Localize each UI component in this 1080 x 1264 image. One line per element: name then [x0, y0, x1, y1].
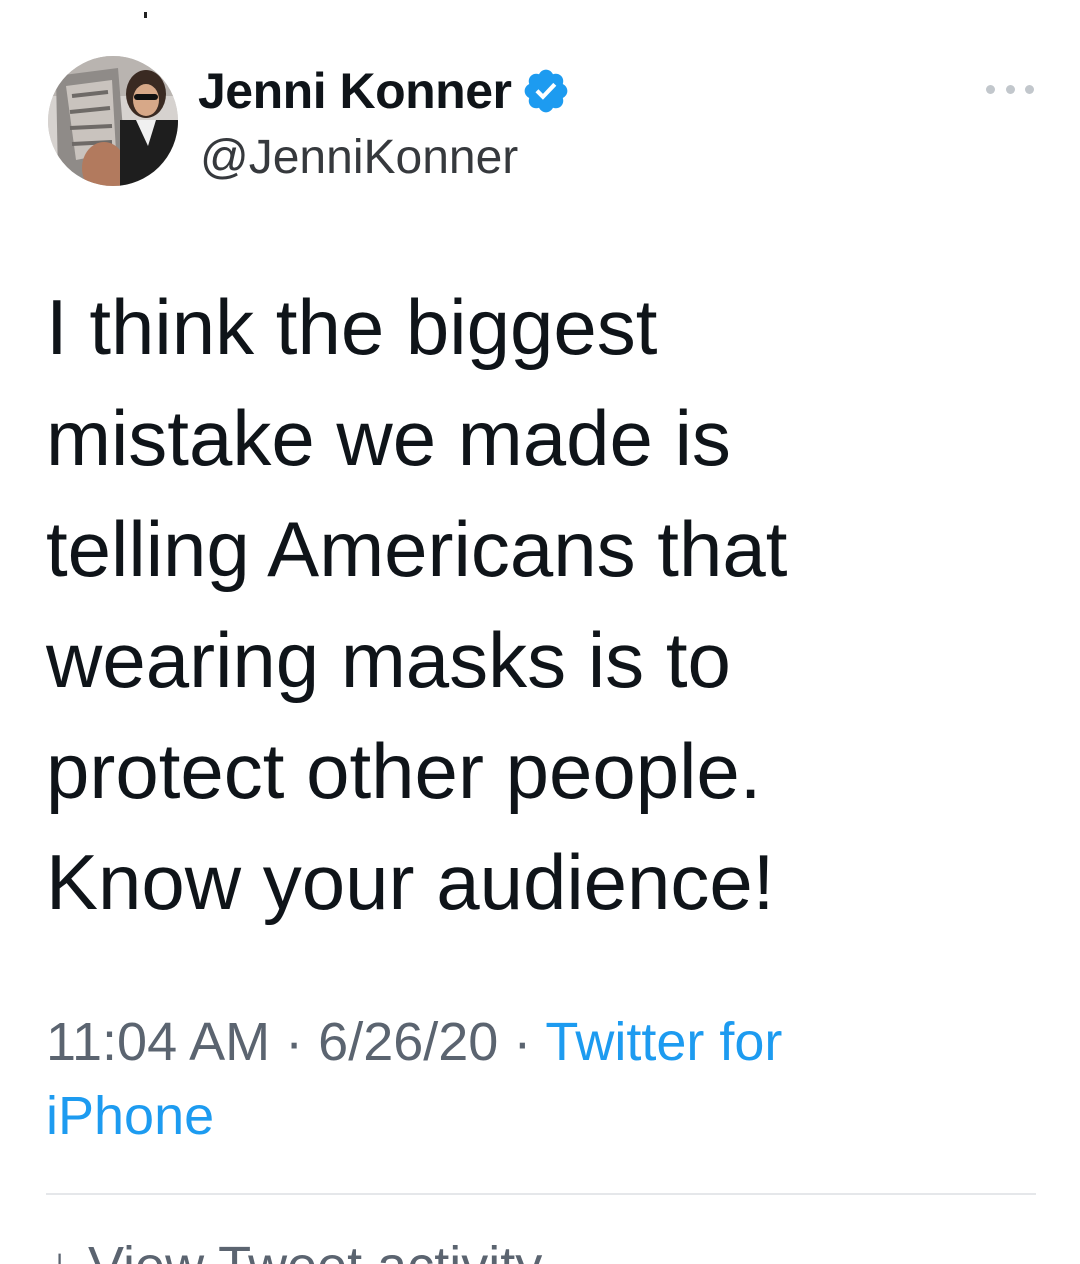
more-dot [986, 84, 995, 94]
author-display-name[interactable]: Jenni Konner [198, 62, 512, 120]
tweet-text-line: Know your audience! [46, 838, 775, 926]
tweet-date[interactable]: 6/26/20 [318, 1012, 498, 1072]
tweet-text-line: protect other people. [46, 727, 762, 815]
tweet-source-link[interactable]: Twitter for [545, 1012, 782, 1072]
tweet-metadata: 11:04 AM · 6/26/20 · Twitter for iPhone [46, 1005, 1006, 1153]
verified-badge-icon [521, 66, 571, 116]
more-dot [1005, 84, 1015, 94]
activity-chart-icon: ↓ [46, 1236, 88, 1264]
author-name-row[interactable]: Jenni Konner [198, 60, 571, 122]
author-handle[interactable]: @JenniKonner [200, 130, 518, 185]
tweet-text: I think the biggest mistake we made is t… [46, 272, 1046, 938]
activity-label: View Tweet activity [88, 1236, 542, 1264]
previous-tweet-tick [144, 12, 147, 18]
tweet-source-link-continued[interactable]: iPhone [46, 1086, 214, 1146]
avatar-image [48, 56, 178, 186]
meta-separator: · [498, 1012, 546, 1072]
meta-separator: · [270, 1012, 319, 1072]
tweet-text-line: telling Americans that [46, 505, 788, 593]
tweet-text-line: I think the biggest [46, 283, 658, 371]
more-options-icon[interactable] [986, 78, 1034, 100]
divider [46, 1193, 1036, 1195]
view-tweet-activity-link[interactable]: ↓ View Tweet activity [46, 1236, 542, 1264]
avatar[interactable] [48, 56, 178, 186]
tweet-text-line: wearing masks is to [46, 616, 731, 704]
tweet-text-line: mistake we made is [46, 394, 731, 482]
tweet-time[interactable]: 11:04 AM [46, 1012, 270, 1072]
previous-tweet-fragment [0, 0, 600, 18]
more-dot [1025, 84, 1034, 94]
